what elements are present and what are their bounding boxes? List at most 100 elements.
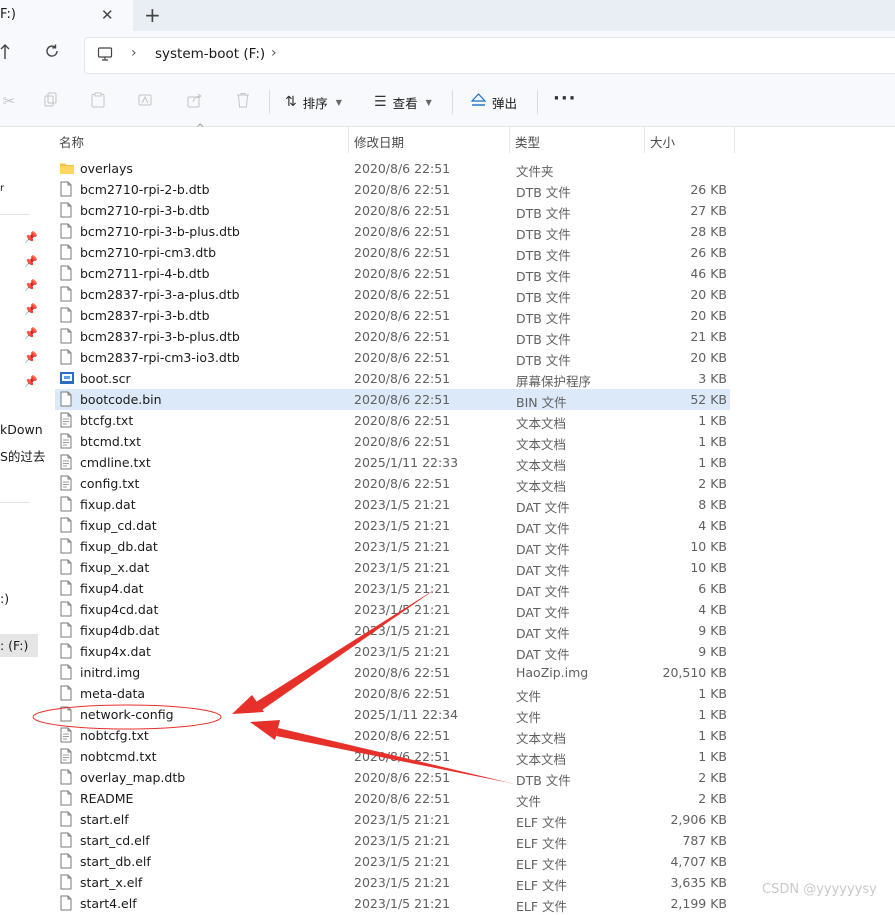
file-row[interactable]: fixup.dat 2023/1/5 21:21 DAT 文件 8 KB [55,494,730,515]
folder-row[interactable]: overlays 2020/8/6 22:51 文件夹 [55,158,730,179]
column-header-name[interactable]: 名称 [59,132,84,151]
this-pc-icon [97,46,113,66]
file-row[interactable]: start_x.elf 2023/1/5 21:21 ELF 文件 3,635 KB [55,872,730,893]
file-row[interactable]: boot.scr 2020/8/6 22:51 屏幕保护程序 3 KB [55,368,730,389]
copy-icon[interactable] [42,92,60,110]
eject-button[interactable]: 弹出 [470,91,517,113]
pin-icon[interactable]: 📌 [24,375,38,388]
file-row[interactable]: initrd.img 2020/8/6 22:51 HaoZip.img 20,510… [55,662,730,683]
column-header-size[interactable]: 大小 [650,132,675,151]
file-row[interactable]: start_db.elf 2023/1/5 21:21 ELF 文件 4,707 KB [55,851,730,872]
file-row[interactable]: start.elf 2023/1/5 21:21 ELF 文件 2,906 KB [55,809,730,830]
pin-icon[interactable]: 📌 [24,303,38,316]
tab-system-boot[interactable]: F:) ✕ [0,0,133,31]
new-tab-icon[interactable]: + [144,3,161,27]
column-header-type[interactable]: 类型 [515,132,540,151]
tab-bar: F:) ✕ + [0,0,895,31]
pin-icon[interactable]: 📌 [24,351,38,364]
file-row[interactable]: fixup4cd.dat 2023/1/5 21:21 DAT 文件 4 KB [55,599,730,620]
sort-label: 排序 [302,95,328,111]
file-modified-date: 2020/8/6 22:51 [354,392,451,407]
file-row[interactable]: start4.elf 2023/1/5 21:21 ELF 文件 2,199 KB [55,893,730,914]
file-type: 文本文档 [516,479,567,494]
rename-icon[interactable] [137,92,155,110]
file-icon [59,790,73,809]
pin-icon[interactable]: 📌 [24,327,38,340]
column-divider[interactable] [734,127,735,153]
close-tab-icon[interactable]: ✕ [101,6,114,24]
file-icon [59,517,73,536]
file-size: 1 KB [698,749,727,764]
sidebar-divider [0,502,30,503]
file-row[interactable]: fixup_cd.dat 2023/1/5 21:21 DAT 文件 4 KB [55,515,730,536]
file-row[interactable]: bcm2710-rpi-3-b.dtb 2020/8/6 22:51 DTB 文件 2… [55,200,730,221]
file-row[interactable]: bcm2711-rpi-4-b.dtb 2020/8/6 22:51 DTB 文件 4… [55,263,730,284]
file-row[interactable]: bcm2710-rpi-3-b-plus.dtb 2020/8/6 22:51 DT… [55,221,730,242]
eject-icon [470,93,487,111]
more-options-icon[interactable]: ··· [553,88,577,109]
file-type: ELF 文件 [516,878,568,893]
sidebar-item-drive-f-selected[interactable]: : (F:) [0,634,38,657]
file-size: 10 KB [690,560,727,575]
file-row[interactable]: bcm2710-rpi-cm3.dtb 2020/8/6 22:51 DTB 文件 2… [55,242,730,263]
delete-icon[interactable] [234,92,252,110]
file-row[interactable]: fixup4db.dat 2023/1/5 21:21 DAT 文件 9 KB [55,620,730,641]
file-row[interactable]: btcmd.txt 2020/8/6 22:51 文本文档 1 KB [55,431,730,452]
file-row[interactable]: bcm2710-rpi-2-b.dtb 2020/8/6 22:51 DTB 文件 2… [55,179,730,200]
file-size: 4 KB [698,602,727,617]
file-row[interactable]: bcm2837-rpi-3-a-plus.dtb 2020/8/6 22:51 DT… [55,284,730,305]
share-icon[interactable] [186,92,204,110]
file-row[interactable]: meta-data 2020/8/6 22:51 文件 1 KB [55,683,730,704]
view-button[interactable]: ☰ 查看 ▼ [374,91,432,113]
file-row[interactable]: cmdline.txt 2025/1/11 22:33 文本文档 1 KB [55,452,730,473]
breadcrumb-drive[interactable]: system-boot (F:) [155,46,265,62]
file-modified-date: 2020/8/6 22:51 [354,476,451,491]
file-row[interactable]: fixup4x.dat 2023/1/5 21:21 DAT 文件 9 KB [55,641,730,662]
file-row[interactable]: bcm2837-rpi-3-b-plus.dtb 2020/8/6 22:51 DT… [55,326,730,347]
file-icon [59,559,73,578]
column-divider[interactable] [509,127,510,153]
file-row[interactable]: bcm2837-rpi-cm3-io3.dtb 2020/8/6 22:51 DTB… [55,347,730,368]
cut-icon[interactable]: ✂ [0,92,18,110]
file-row[interactable]: bootcode.bin 2020/8/6 22:51 BIN 文件 52 KB [55,389,730,410]
column-header-date[interactable]: 修改日期 [354,132,404,151]
pin-icon[interactable]: 📌 [24,255,38,268]
file-icon [59,874,73,893]
sidebar-item-drive-c[interactable]: :) [0,591,9,606]
file-row[interactable]: nobtcfg.txt 2020/8/6 22:51 文本文档 1 KB [55,725,730,746]
file-type: DTB 文件 [516,227,571,242]
file-modified-date: 2023/1/5 21:21 [354,833,451,848]
sidebar-item-recent[interactable]: S的过去 [0,446,45,465]
file-row[interactable]: network-config 2025/1/11 22:34 文件 1 KB [55,704,730,725]
pin-icon[interactable]: 📌 [24,279,38,292]
file-row[interactable]: btcfg.txt 2020/8/6 22:51 文本文档 1 KB [55,410,730,431]
file-modified-date: 2023/1/5 21:21 [354,896,451,911]
column-divider[interactable] [348,127,349,153]
file-modified-date: 2023/1/5 21:21 [354,875,451,890]
sidebar-item-markdown[interactable]: kDown [0,422,43,437]
file-size: 20 KB [690,287,727,302]
sort-ascending-icon: ^ [196,123,205,134]
file-row[interactable]: overlay_map.dtb 2020/8/6 22:51 DTB 文件 2 KB [55,767,730,788]
paste-icon[interactable] [89,92,107,110]
file-row[interactable]: start_cd.elf 2023/1/5 21:21 ELF 文件 787 KB [55,830,730,851]
file-row[interactable]: fixup_x.dat 2023/1/5 21:21 DAT 文件 10 KB [55,557,730,578]
file-row[interactable]: nobtcmd.txt 2020/8/6 22:51 文本文档 1 KB [55,746,730,767]
breadcrumb-chevron-icon[interactable]: › [271,45,277,61]
address-box[interactable]: › system-boot (F:) › [84,37,895,74]
column-divider[interactable] [644,127,645,153]
file-row[interactable]: README 2020/8/6 22:51 文件 2 KB [55,788,730,809]
file-row[interactable]: fixup_db.dat 2023/1/5 21:21 DAT 文件 10 KB [55,536,730,557]
pin-icon[interactable]: 📌 [24,231,38,244]
refresh-icon[interactable] [44,43,60,64]
file-size: 9 KB [698,623,727,638]
breadcrumb-separator-icon[interactable]: › [131,45,137,61]
up-arrow-icon[interactable] [0,44,10,64]
text-file-icon [59,412,73,431]
file-row[interactable]: bcm2837-rpi-3-b.dtb 2020/8/6 22:51 DTB 文件 2… [55,305,730,326]
file-row[interactable]: fixup4.dat 2023/1/5 21:21 DAT 文件 6 KB [55,578,730,599]
sort-button[interactable]: ⇅ 排序 ▼ [285,91,342,113]
file-type: 文件夹 [516,164,554,179]
file-row[interactable]: config.txt 2020/8/6 22:51 文本文档 2 KB [55,473,730,494]
file-type: DTB 文件 [516,185,571,200]
